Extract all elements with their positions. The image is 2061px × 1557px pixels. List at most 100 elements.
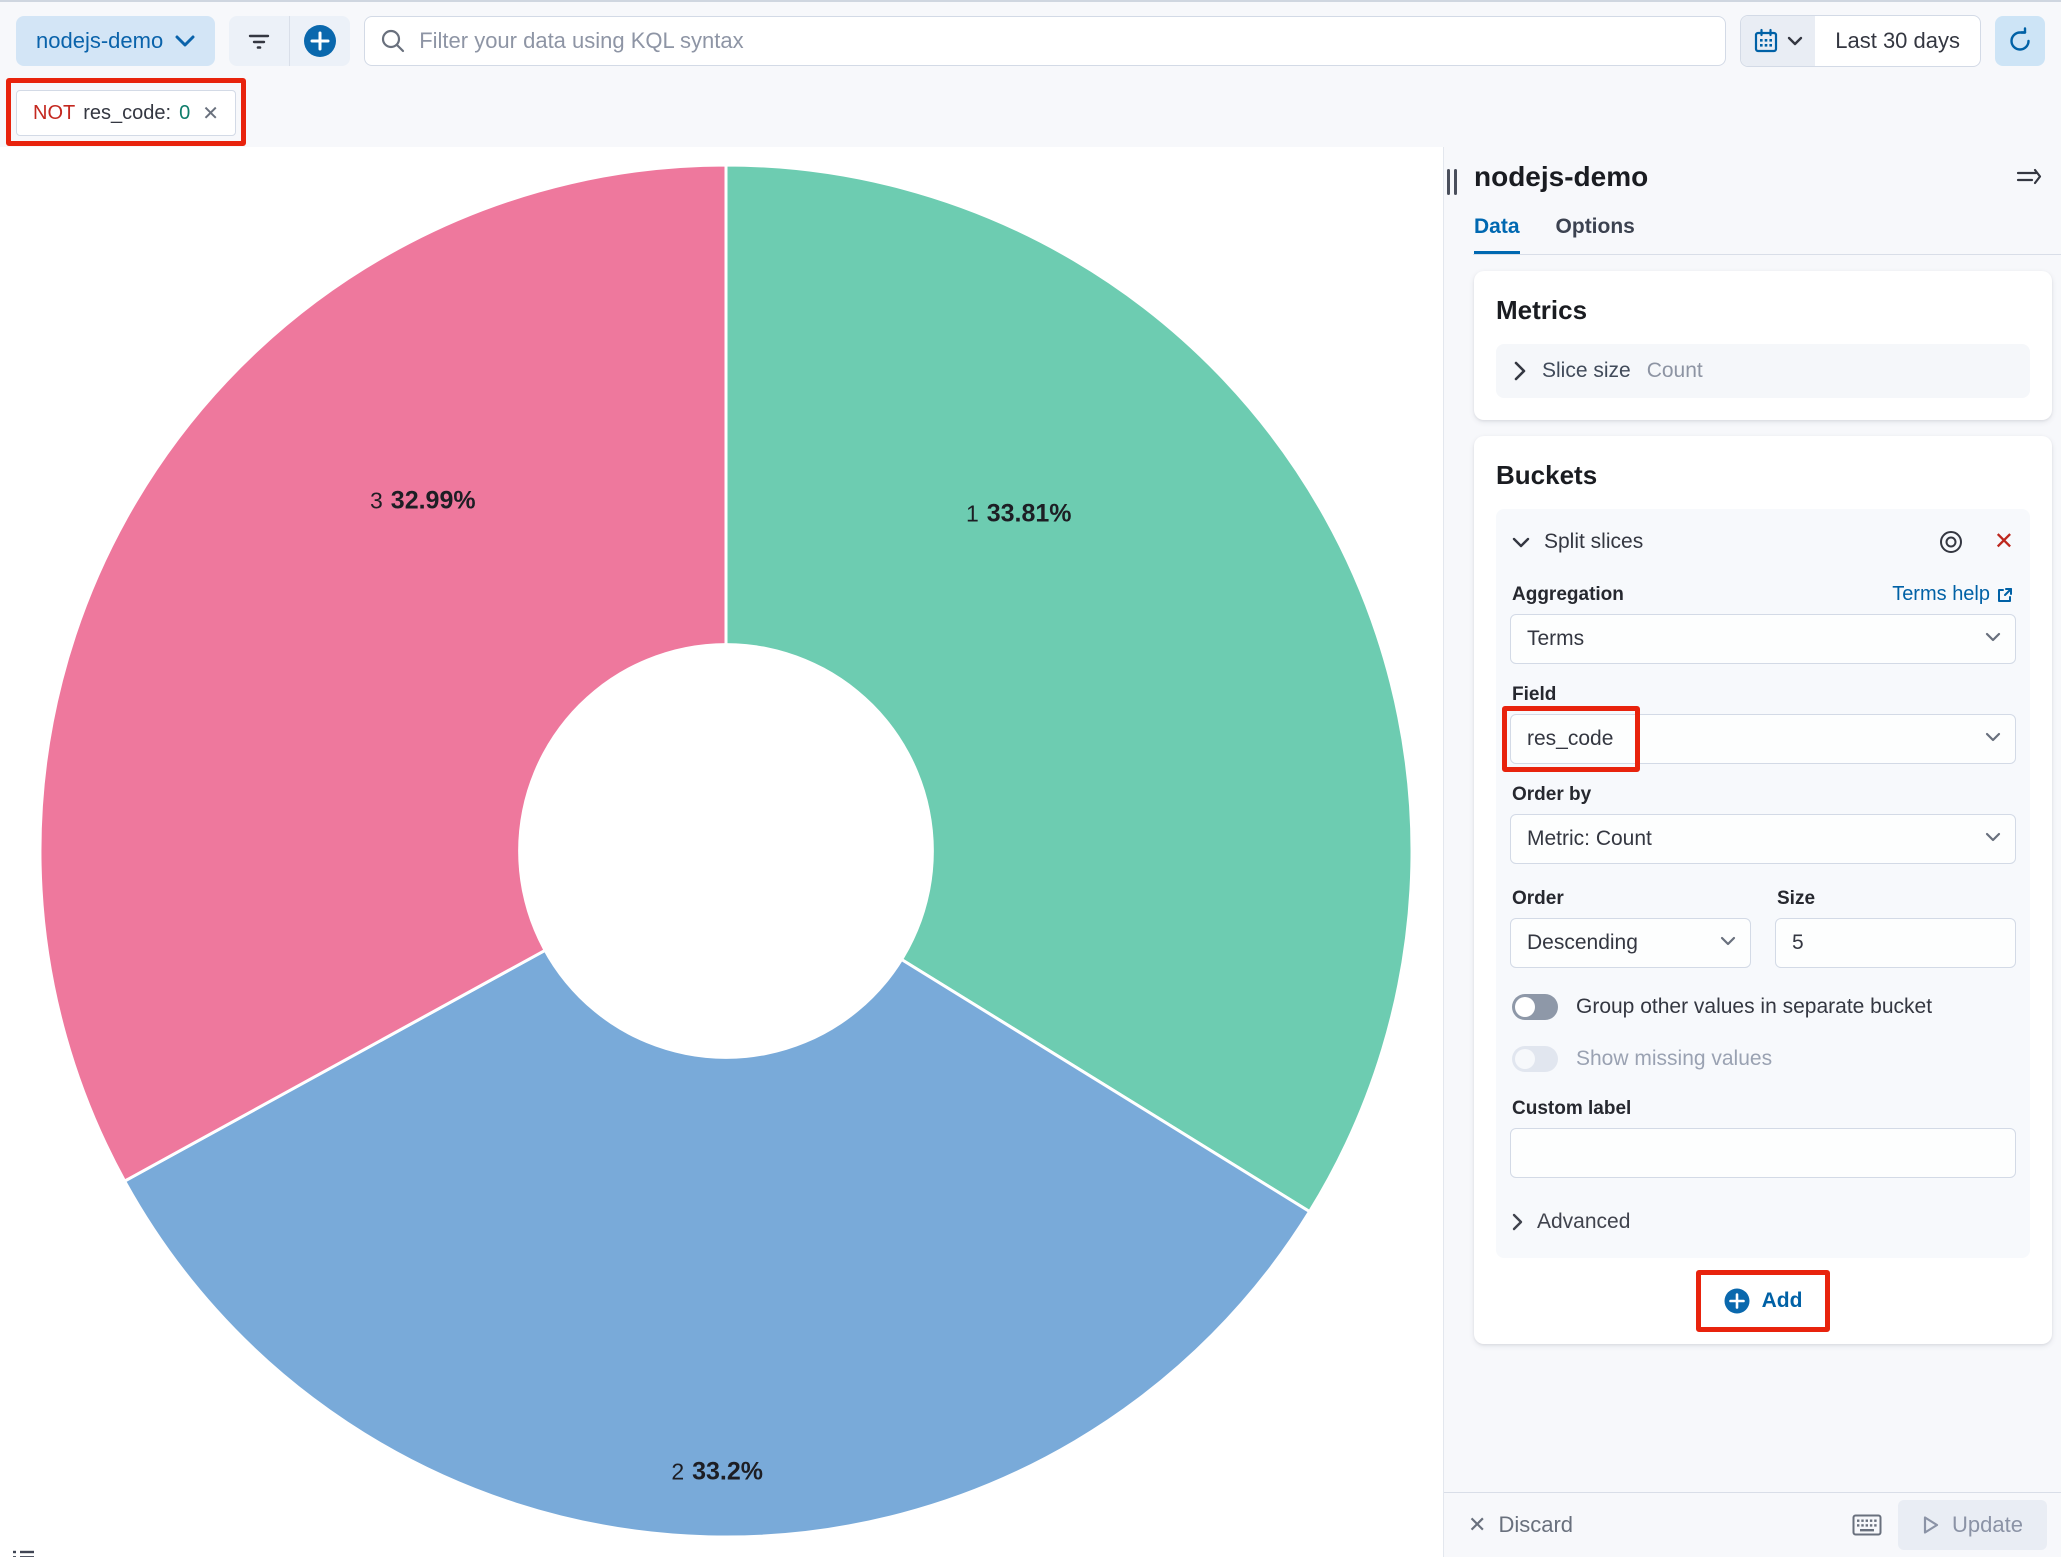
add-bucket-label: Add [1762, 1289, 1803, 1313]
plus-circle-icon [303, 24, 337, 58]
menu-right-icon [2016, 166, 2042, 188]
collapse-sidebar-button[interactable] [2016, 166, 2042, 188]
order-by-label: Order by [1512, 784, 1591, 806]
plus-circle-icon [1724, 1288, 1750, 1314]
filter-pill[interactable]: NOT res_code: 0 ✕ [16, 90, 236, 136]
add-filter-button[interactable] [290, 16, 350, 66]
date-picker: Last 30 days [1740, 15, 1981, 67]
discard-button[interactable]: ✕ Discard [1468, 1512, 1573, 1538]
chevron-down-icon [1985, 732, 2001, 742]
pie-chart [0, 147, 1443, 1557]
kql-search [364, 16, 1726, 66]
refresh-button[interactable] [1995, 16, 2045, 66]
advanced-label: Advanced [1537, 1210, 1630, 1234]
order-value: Descending [1527, 931, 1638, 955]
chart-panel: 133.81% 233.2% 332.99% [0, 147, 1443, 1557]
tabs-divider [1473, 254, 2061, 255]
show-missing-label: Show missing values [1576, 1047, 1772, 1071]
metric-row-value: Count [1647, 359, 1703, 383]
order-by-value: Metric: Count [1527, 827, 1652, 851]
refresh-icon [2006, 27, 2034, 55]
remove-filter-icon[interactable]: ✕ [202, 101, 219, 126]
chevron-down-icon [1985, 632, 2001, 642]
aggregation-select[interactable]: Terms [1510, 614, 2016, 664]
update-button[interactable]: Update [1898, 1500, 2047, 1550]
filter-field-label: res_code: [83, 102, 171, 125]
custom-label-input[interactable] [1510, 1128, 2016, 1178]
visualize-editor: nodejs-demo [0, 0, 2061, 1557]
pie-slice-label-1: 133.81% [966, 499, 1072, 528]
filter-negate-label: NOT [33, 102, 75, 125]
buckets-card: Buckets Split slices ✕ Aggregation [1474, 436, 2052, 1344]
field-label: Field [1512, 684, 1556, 706]
chevron-right-icon [1514, 361, 1526, 381]
metric-row-label: Slice size [1542, 359, 1631, 383]
split-slices-label[interactable]: Split slices [1544, 530, 1643, 554]
keyboard-shortcut-button[interactable] [1852, 1514, 1882, 1536]
kql-search-input[interactable] [364, 16, 1726, 66]
terms-help-text: Terms help [1892, 583, 1990, 606]
order-select[interactable]: Descending [1510, 918, 1751, 968]
chevron-down-icon[interactable] [1512, 537, 1530, 548]
chevron-down-icon [175, 35, 195, 47]
advanced-accordion[interactable]: Advanced [1510, 1208, 2016, 1236]
keyboard-icon [1852, 1514, 1882, 1536]
calendar-icon [1753, 28, 1779, 54]
terms-help-link[interactable]: Terms help [1892, 583, 2014, 606]
pie-slice-label-2: 233.2% [671, 1458, 763, 1487]
tab-options[interactable]: Options [1556, 215, 1635, 254]
size-input[interactable] [1775, 918, 2016, 968]
search-icon [380, 28, 406, 54]
filter-options-button[interactable] [229, 16, 289, 66]
sidebar-title: nodejs-demo [1474, 161, 1648, 193]
date-quick-select[interactable] [1741, 16, 1815, 66]
list-icon [12, 1549, 36, 1557]
show-missing-toggle[interactable] [1512, 1046, 1558, 1072]
order-label: Order [1512, 888, 1564, 910]
time-range-label[interactable]: Last 30 days [1815, 28, 1980, 54]
resize-handle[interactable] [1447, 169, 1457, 195]
size-label: Size [1777, 888, 1815, 910]
filter-value-label: 0 [179, 102, 190, 125]
add-bucket-button[interactable]: Add [1710, 1280, 1817, 1322]
sidebar-tabs: Data Options [1474, 215, 2052, 254]
show-missing-toggle-row: Show missing values [1512, 1046, 2014, 1072]
group-other-toggle-row: Group other values in separate bucket [1512, 994, 2014, 1020]
filter-bar: NOT res_code: 0 ✕ [16, 90, 236, 136]
eye-icon [1938, 529, 1964, 555]
data-view-picker[interactable]: nodejs-demo [16, 16, 215, 66]
group-other-toggle[interactable] [1512, 994, 1558, 1020]
close-icon: ✕ [1468, 1512, 1486, 1538]
pie-slice-label-3: 332.99% [370, 486, 476, 515]
field-select[interactable]: res_code [1510, 714, 2016, 764]
buckets-heading: Buckets [1496, 460, 2030, 491]
chevron-down-icon [1720, 936, 1736, 946]
update-label: Update [1952, 1512, 2023, 1538]
header-bar: nodejs-demo [0, 0, 2061, 147]
filter-controls [229, 16, 350, 66]
split-slices-accordion: Split slices ✕ [1510, 525, 2016, 563]
discard-label: Discard [1498, 1512, 1573, 1538]
aggregation-value: Terms [1527, 627, 1584, 651]
toggle-visibility-button[interactable] [1938, 529, 1964, 555]
external-link-icon [1996, 586, 2014, 604]
donut-hole [518, 643, 934, 1059]
tab-data[interactable]: Data [1474, 215, 1520, 254]
sidebar-footer: ✕ Discard Update [1444, 1492, 2061, 1557]
aggregation-label: Aggregation [1512, 584, 1624, 606]
order-by-select[interactable]: Metric: Count [1510, 814, 2016, 864]
query-toolbar: nodejs-demo [0, 2, 2061, 66]
field-value: res_code [1527, 727, 1613, 751]
remove-bucket-icon[interactable]: ✕ [1994, 530, 2014, 554]
custom-label-label: Custom label [1512, 1098, 1631, 1120]
chevron-down-icon [1985, 832, 2001, 842]
filter-icon [248, 32, 270, 50]
metric-slice-size-row[interactable]: Slice size Count [1496, 344, 2030, 398]
play-icon [1922, 1515, 1940, 1535]
editor-sidebar: nodejs-demo Data Options Metrics Slice s… [1443, 147, 2061, 1557]
metrics-card: Metrics Slice size Count [1474, 271, 2052, 420]
split-slices-panel: Split slices ✕ Aggregation Terms help [1496, 509, 2030, 1258]
group-other-label: Group other values in separate bucket [1576, 995, 1932, 1019]
metrics-heading: Metrics [1496, 295, 2030, 326]
chevron-right-icon [1512, 1213, 1523, 1231]
